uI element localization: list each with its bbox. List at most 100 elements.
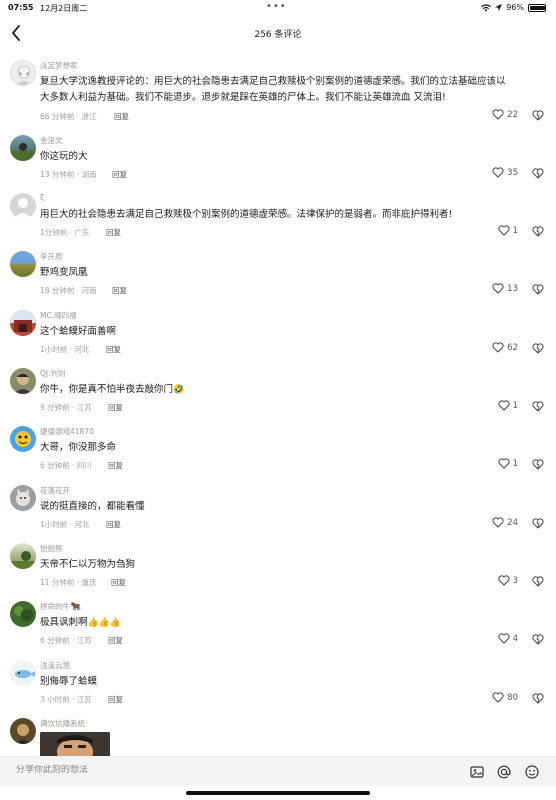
reply-button[interactable]: 回复	[106, 344, 121, 355]
dislike-icon[interactable]	[532, 225, 544, 237]
status-bar: 07:55 12月2日周二 ••• 96%	[0, 0, 556, 18]
like-count: 13	[507, 283, 518, 294]
comment-location: 四川	[76, 461, 92, 470]
comment-author[interactable]: 金泌文	[40, 135, 63, 146]
smiley-icon[interactable]	[524, 764, 540, 780]
avatar[interactable]	[10, 485, 36, 511]
avatar[interactable]	[10, 135, 36, 161]
comment-time: 18 分钟前	[40, 286, 75, 295]
reply-button[interactable]: 回复	[114, 111, 129, 122]
comment-location: 河南	[81, 286, 97, 295]
like-button[interactable]: 22	[492, 109, 518, 120]
heart-icon	[498, 633, 510, 644]
home-indicator[interactable]	[186, 791, 370, 795]
dislike-icon[interactable]	[532, 633, 544, 645]
reply-button[interactable]: 回复	[108, 460, 123, 471]
comment-meta: 6 分钟前 · 江苏	[40, 636, 92, 645]
header: 256 条评论	[0, 18, 556, 48]
like-button[interactable]: 3	[498, 575, 518, 586]
comment-author[interactable]: 捷德游戏41870	[40, 426, 94, 437]
comment-meta: 6 分钟前 · 四川	[40, 461, 92, 470]
avatar[interactable]	[10, 193, 36, 219]
reply-button[interactable]: 回复	[111, 577, 126, 588]
like-count: 62	[507, 342, 518, 353]
dislike-icon[interactable]	[532, 575, 544, 587]
comment-text: 别侮辱了蛤蟆	[40, 676, 98, 687]
battery-fill	[530, 5, 546, 10]
comment-text: 大哥，你没那多命	[40, 442, 117, 453]
comment-location: 江苏	[76, 403, 92, 412]
reply-button[interactable]: 回复	[106, 227, 121, 238]
reply-button[interactable]: 回复	[108, 635, 123, 646]
at-icon[interactable]	[496, 764, 512, 780]
reply-button[interactable]: 回复	[108, 694, 123, 705]
heart-icon	[492, 283, 504, 294]
heart-icon	[492, 517, 504, 528]
avatar[interactable]	[10, 543, 36, 569]
avatar[interactable]	[10, 660, 36, 686]
comment-meta: 18 分钟前 · 河南	[40, 286, 97, 295]
comment-author[interactable]: 花落花开	[40, 485, 70, 496]
comment-time: 1小时前	[40, 520, 68, 529]
like-button[interactable]: 35	[492, 167, 518, 178]
page-title: 256 条评论	[254, 30, 302, 40]
like-button[interactable]: 24	[492, 517, 518, 528]
comment-location: 江苏	[76, 636, 92, 645]
like-button[interactable]: 13	[492, 283, 518, 294]
reply-button[interactable]: 回复	[106, 519, 121, 530]
dislike-icon[interactable]	[532, 109, 544, 121]
avatar[interactable]	[10, 426, 36, 452]
comment-location: 河北	[74, 345, 90, 354]
comment-author[interactable]: 满饮坑播系统	[40, 718, 85, 729]
comment-author[interactable]: 淡定梦想家	[40, 60, 78, 71]
dislike-icon[interactable]	[532, 517, 544, 529]
comment-author[interactable]: 怡拍熊	[40, 543, 63, 554]
avatar[interactable]	[10, 368, 36, 394]
dislike-icon[interactable]	[532, 167, 544, 179]
heart-icon	[492, 342, 504, 353]
comment-author[interactable]: 李开原	[40, 251, 63, 262]
comment-author[interactable]: QJ.刘刘	[40, 368, 66, 379]
comment-sticker-image[interactable]	[40, 732, 110, 758]
like-count: 1	[512, 225, 518, 236]
multitasking-dots-icon[interactable]: •••	[266, 1, 287, 12]
like-button[interactable]: 1	[498, 225, 518, 236]
comment-text: 说的挺直接的，都能看懂	[40, 501, 145, 512]
avatar[interactable]	[10, 251, 36, 277]
avatar[interactable]	[10, 310, 36, 336]
comment-location: 浙江	[81, 112, 97, 121]
reply-button[interactable]: 回复	[112, 169, 127, 180]
comment-text: 用巨大的社会隐患去满足自己救赎极个别案例的道德虚荣感。法律保护的是弱者。而非庇护…	[40, 209, 453, 220]
comment-input[interactable]	[16, 765, 316, 775]
thumbs-up-emoji-icon: 👍👍👍	[87, 618, 122, 628]
dislike-icon[interactable]	[532, 283, 544, 295]
reply-button[interactable]: 回复	[108, 402, 123, 413]
heart-icon	[492, 692, 504, 703]
like-button[interactable]: 1	[498, 400, 518, 411]
like-button[interactable]: 80	[492, 692, 518, 703]
comment-author[interactable]: 拼命的牛🐂	[40, 601, 81, 612]
image-icon[interactable]	[469, 764, 485, 780]
like-button[interactable]: 4	[498, 633, 518, 644]
heart-icon	[498, 458, 510, 469]
like-button[interactable]: 1	[498, 458, 518, 469]
dislike-icon[interactable]	[532, 342, 544, 354]
avatar[interactable]	[10, 60, 36, 86]
like-button[interactable]: 62	[492, 342, 518, 353]
battery-percent: 96%	[506, 3, 524, 12]
avatar[interactable]	[10, 601, 36, 627]
heart-icon	[498, 225, 510, 236]
comment-time: 6 分钟前	[40, 461, 70, 470]
dislike-icon[interactable]	[532, 400, 544, 412]
location-icon	[495, 3, 503, 11]
avatar[interactable]	[10, 718, 36, 744]
comment-text: 这个蛤蟆好面善啊	[40, 326, 117, 337]
dislike-icon[interactable]	[532, 692, 544, 704]
comment-author[interactable]: MC.顺四福	[40, 310, 77, 321]
comment-meta: 11 分钟前 · 重庆	[40, 578, 97, 587]
dislike-icon[interactable]	[532, 458, 544, 470]
comment-author[interactable]: 浅溪云悠	[40, 660, 70, 671]
comment-time: 13 分钟前	[40, 170, 75, 179]
reply-button[interactable]: 回复	[112, 285, 127, 296]
comment-author[interactable]: ξ	[40, 193, 44, 202]
